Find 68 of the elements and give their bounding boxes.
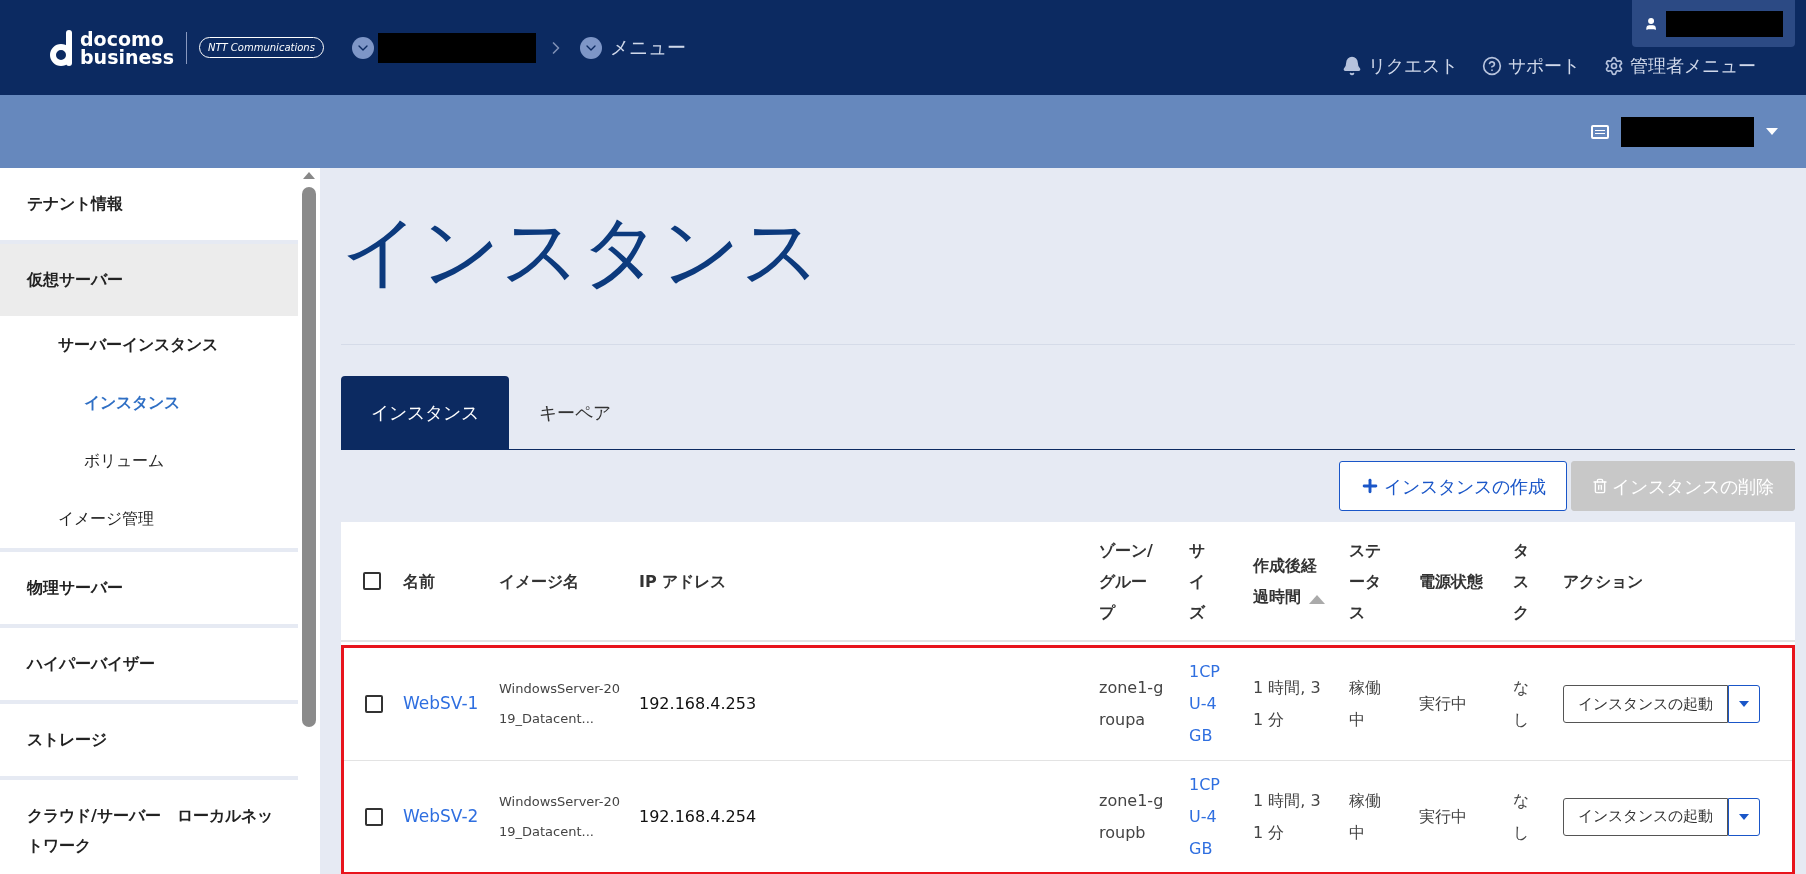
user-icon [1644,15,1659,32]
checkbox[interactable] [363,572,381,590]
table-cell: 実行中 [1419,694,1467,713]
size-link[interactable]: 1CPU-4GB [1189,656,1223,752]
dropdown-button[interactable] [1728,685,1760,723]
caret-icon [1739,813,1749,820]
caret-icon[interactable] [1766,128,1778,135]
table-cell-text: zone1-groupb [1099,789,1165,844]
sidebar-item[interactable]: サーバーインスタンス [0,316,298,374]
tab[interactable]: インスタンス [341,376,509,449]
scroll-up-icon[interactable] [303,172,315,179]
tab[interactable]: キーペア [509,376,641,449]
table-cell-text: 1 時間, 31 分 [1253,677,1322,731]
column-header: 電源状態 [1419,570,1483,593]
create-button[interactable]: インスタンスの作成 [1339,461,1567,511]
bell-icon [1342,55,1362,76]
sidebar-item[interactable]: テナント情報 [0,168,298,240]
trash-icon [1592,478,1608,494]
column-header: 名前 [403,570,435,593]
column-header: アクション [1563,570,1643,593]
column-header: IP アドレス [639,570,727,593]
column-header[interactable]: 作成後経過時間 [1253,550,1323,612]
table-cell-text: 稼働中 [1349,677,1382,731]
sidebar-item[interactable]: インスタンス [0,374,298,432]
column-header: サイズ [1189,539,1207,624]
dropdown-button[interactable] [1728,797,1760,836]
instance-link[interactable]: WebSV-2 [403,805,479,826]
table-cell-text: 1 時間, 31 分 [1253,789,1322,844]
sidebar-item[interactable]: 物理サーバー [0,552,298,624]
start-instance-button[interactable]: インスタンスの起動 [1563,797,1728,836]
sidebar-item[interactable]: 仮想サーバー [0,244,298,316]
header-link[interactable]: リクエスト [1342,52,1458,79]
caret-icon [1739,701,1749,707]
column-header: タスク [1513,539,1530,624]
column-header: ステータス [1349,539,1382,624]
sidebar-item[interactable]: ボリューム [0,432,298,490]
sidebar-item[interactable]: イメージ管理 [0,490,298,548]
settings-icon [1604,55,1624,76]
column-header: ゾーン/グループ [1099,539,1153,624]
menu-dropdown[interactable]: メニュー [579,33,686,62]
sidebar-item[interactable]: ハイパーバイザー [0,628,298,700]
sidebar-item[interactable]: ストレージ [0,704,298,776]
dropdown-icon [579,36,602,59]
scrollbar-thumb[interactable] [302,187,316,727]
column-header: イメージ名 [499,570,579,593]
table-cell: 192.168.4.253 [639,694,757,713]
checkbox[interactable] [364,695,383,713]
checkbox[interactable] [364,807,383,826]
list-icon [1591,124,1609,139]
table-cell-text: WindowsServer-2019_Datacent... [499,792,621,841]
instance-link[interactable]: WebSV-1 [403,693,479,714]
table-cell-text: 稼働中 [1349,789,1382,844]
header-link[interactable]: 管理者メニュー [1604,52,1756,79]
table-cell-text: なし [1513,789,1530,844]
table-cell: 実行中 [1419,806,1467,826]
table-cell-text: WindowsServer-2019_Datacent... [499,680,621,728]
header-link[interactable]: サポート [1482,52,1580,79]
table-cell: 192.168.4.254 [639,806,757,826]
plus-icon [1360,476,1380,496]
table-cell-text: なし [1513,677,1530,731]
dropdown-icon[interactable] [351,36,374,59]
page-title: インスタンス [341,168,1795,345]
table-cell-text: zone1-groupa [1099,677,1165,731]
docomo-logo[interactable]: docomo business [50,29,174,66]
help-icon [1482,55,1502,76]
size-link[interactable]: 1CPU-4GB [1189,768,1223,865]
start-instance-button[interactable]: インスタンスの起動 [1563,685,1728,723]
sidebar-item[interactable]: クラウド/サーバー ローカルネットワーク [0,780,298,874]
